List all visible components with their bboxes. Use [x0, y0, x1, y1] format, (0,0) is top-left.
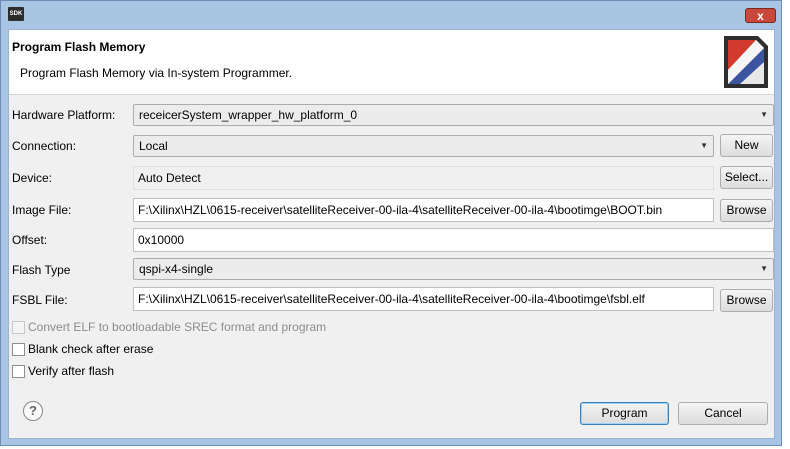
device-field: Auto Detect — [133, 166, 714, 190]
background-edge — [782, 0, 790, 449]
verify-checkbox[interactable] — [12, 365, 25, 378]
chevron-down-icon: ▼ — [700, 141, 708, 150]
flash-type-value: qspi-x4-single — [139, 262, 214, 276]
banner-title: Program Flash Memory — [12, 40, 146, 54]
cancel-button[interactable]: Cancel — [678, 402, 768, 425]
connection-label: Connection: — [12, 139, 77, 153]
help-icon[interactable]: ? — [23, 401, 43, 421]
blank-check-checkbox[interactable] — [12, 343, 25, 356]
offset-label: Offset: — [12, 233, 48, 247]
program-button[interactable]: Program — [580, 402, 669, 425]
chevron-down-icon: ▼ — [760, 110, 768, 119]
verify-label[interactable]: Verify after flash — [28, 364, 114, 378]
fsbl-file-input[interactable]: F:\Xilinx\HZL\0615-receiver\satelliteRec… — [133, 287, 714, 311]
hardware-platform-combo[interactable]: receicerSystem_wrapper_hw_platform_0 ▼ — [133, 104, 774, 126]
blank-check-label[interactable]: Blank check after erase — [28, 342, 153, 356]
close-button[interactable]: x — [745, 8, 776, 23]
device-label: Device: — [12, 171, 53, 185]
offset-input[interactable]: 0x10000 — [133, 228, 774, 252]
connection-combo[interactable]: Local ▼ — [133, 135, 714, 157]
image-file-label: Image File: — [12, 203, 72, 217]
header-banner: Program Flash Memory Program Flash Memor… — [9, 30, 774, 95]
browse-fsbl-button[interactable]: Browse — [720, 289, 773, 312]
sdk-app-icon: SDK — [8, 7, 24, 21]
banner-description: Program Flash Memory via In-system Progr… — [20, 66, 293, 80]
chevron-down-icon: ▼ — [760, 264, 768, 273]
hardware-platform-value: receicerSystem_wrapper_hw_platform_0 — [139, 108, 358, 122]
image-file-input[interactable]: F:\Xilinx\HZL\0615-receiver\satelliteRec… — [133, 198, 714, 222]
hardware-platform-label: Hardware Platform: — [12, 108, 116, 122]
flash-type-label: Flash Type — [12, 263, 71, 277]
flash-type-combo[interactable]: qspi-x4-single ▼ — [133, 258, 774, 280]
browse-image-button[interactable]: Browse — [720, 199, 773, 222]
flash-memory-icon — [724, 36, 768, 88]
title-bar: SDK x — [1, 1, 781, 29]
dialog-content: Program Flash Memory Program Flash Memor… — [8, 29, 775, 439]
convert-elf-checkbox — [12, 321, 25, 334]
convert-elf-label: Convert ELF to bootloadable SREC format … — [28, 320, 327, 334]
program-flash-dialog: SDK x Program Flash Memory Program Flash… — [0, 0, 782, 446]
select-device-button[interactable]: Select... — [720, 166, 773, 189]
fsbl-file-label: FSBL File: — [12, 293, 68, 307]
new-connection-button[interactable]: New — [720, 134, 773, 157]
connection-value: Local — [139, 139, 168, 153]
